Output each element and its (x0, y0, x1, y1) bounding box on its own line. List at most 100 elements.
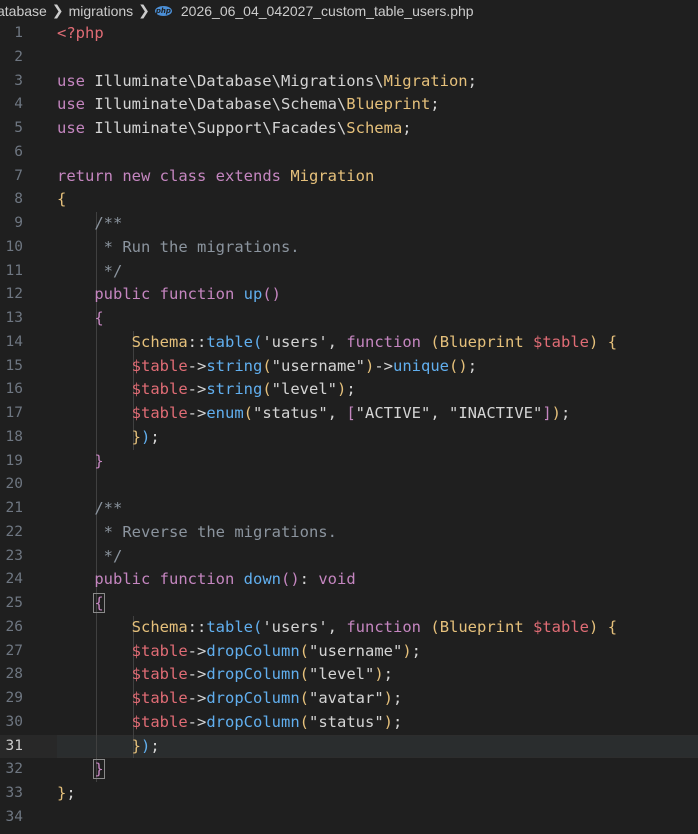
code-token: new (122, 166, 160, 185)
code-text: { (57, 592, 105, 616)
php-file-icon: php (154, 6, 172, 16)
breadcrumb-item-database[interactable]: atabase (0, 3, 47, 19)
code-token: 'users' (262, 617, 328, 636)
code-token: ( (253, 332, 263, 351)
code-token: { (607, 332, 618, 351)
code-token: "avatar" (309, 689, 384, 707)
code-token: public (94, 570, 160, 589)
code-text: } (57, 450, 103, 474)
code-token: ; (150, 736, 160, 755)
code-line[interactable]: 22 * Reverse the migrations. (0, 520, 698, 545)
code-token: public (94, 285, 160, 304)
code-token: : (299, 570, 319, 589)
code-line[interactable]: 34 (0, 806, 698, 830)
code-text: * Run the migrations. (57, 236, 300, 260)
line-number: 3 (14, 72, 23, 89)
code-line[interactable]: 7 return new class extends Migration (0, 165, 698, 189)
code-text: }; (57, 782, 76, 806)
code-line[interactable]: 32 } (0, 758, 698, 782)
code-line[interactable]: 5 use Illuminate\Support\Facades\Schema; (0, 117, 698, 141)
code-text: <?php (57, 22, 104, 46)
code-line[interactable]: 23 */ (0, 544, 698, 569)
code-token: ( (299, 641, 309, 660)
code-line[interactable]: 29 $table->dropColumn("avatar"); (0, 687, 698, 711)
code-token: * Run the migrations. (103, 237, 300, 256)
code-line[interactable]: 16 $table->string("level"); (0, 378, 698, 402)
code-text: }); (57, 735, 160, 759)
code-token: ; (467, 356, 478, 375)
code-line[interactable]: 3 use Illuminate\Database\Migrations\Migr… (0, 70, 698, 94)
code-line[interactable]: 24 public function down(): void (0, 568, 698, 592)
code-line[interactable]: 6 (0, 141, 698, 165)
code-token: ; (411, 641, 422, 660)
code-line[interactable]: 15 $table->string("username")->unique(); (0, 354, 698, 379)
code-text: public function up() (57, 283, 281, 307)
code-token: ) (402, 641, 412, 660)
line-number: 11 (5, 262, 23, 279)
code-token: ) (383, 712, 393, 731)
code-text: } (57, 758, 105, 782)
line-number: 24 (5, 571, 23, 588)
code-line[interactable]: 27 $table->dropColumn("username"); (0, 639, 698, 664)
code-token: $table (131, 404, 188, 422)
code-text: $table->dropColumn("level"); (57, 663, 393, 687)
code-token: ( (262, 380, 272, 399)
code-token: ( (262, 356, 272, 375)
code-line[interactable]: 11 */ (0, 259, 698, 284)
code-line[interactable]: 9 /** (0, 212, 698, 236)
line-number: 30 (5, 713, 23, 730)
code-line[interactable]: 1 <?php (0, 22, 698, 46)
code-token: string (206, 380, 263, 399)
code-token: ; (393, 712, 403, 731)
code-line[interactable]: 13 { (0, 307, 698, 331)
code-token: ) (337, 380, 347, 399)
code-token: ; (150, 427, 160, 446)
code-line[interactable]: 33}; (0, 782, 698, 806)
code-token: , (430, 404, 449, 422)
line-number: 25 (5, 595, 23, 611)
line-number: 12 (5, 286, 23, 303)
breadcrumb-file-name[interactable]: 2026_06_04_042027_custom_table_users.php (181, 3, 474, 19)
code-token: [ (346, 404, 356, 422)
code-line[interactable]: 8{ (0, 188, 698, 212)
breadcrumb-item-migrations[interactable]: migrations (69, 3, 134, 19)
code-line[interactable]: 26 Schema::table('users', function (Blue… (0, 615, 698, 640)
code-token: "username" (271, 356, 365, 375)
code-line[interactable]: 17 $table->enum("status", ["ACTIVE", "IN… (0, 402, 698, 426)
code-token: void (318, 570, 356, 589)
code-line[interactable]: 20 (0, 473, 698, 497)
code-line[interactable]: 30 $table->dropColumn("status"); (0, 710, 698, 735)
line-number: 19 (5, 452, 23, 469)
line-number: 17 (5, 405, 23, 421)
code-token: return (57, 166, 123, 185)
code-line[interactable]: 31 }); (0, 734, 698, 759)
code-area[interactable]: 1 <?php 2 3 use Illuminate\Database\Migratio… (0, 22, 698, 830)
code-token: ) (374, 665, 384, 684)
code-token: } (131, 736, 141, 755)
code-token: Illuminate\Database\Migrations\ (94, 71, 384, 90)
code-token: { (607, 617, 618, 636)
code-token: ; (383, 665, 394, 684)
code-token: "level" (309, 665, 375, 684)
code-line[interactable]: 18 }); (0, 425, 698, 450)
line-number: 13 (5, 310, 23, 326)
line-number: 14 (5, 333, 23, 350)
code-line[interactable]: 21 /** (0, 497, 698, 521)
code-line[interactable]: 4 use Illuminate\Database\Schema\Blueprin… (0, 93, 698, 117)
code-token: ; (467, 71, 477, 90)
code-line[interactable]: 2 (0, 46, 698, 70)
code-token: ) (141, 736, 151, 755)
code-line[interactable]: 10 * Run the migrations. (0, 235, 698, 260)
code-line[interactable]: 28 $table->dropColumn("level"); (0, 663, 698, 687)
code-line[interactable]: 14 Schema::table('users', function (Blue… (0, 330, 698, 355)
code-line[interactable]: 25 { (0, 592, 698, 616)
code-line[interactable]: 12 public function up() (0, 283, 698, 307)
code-token: -> (187, 641, 207, 660)
code-token: dropColumn (206, 641, 300, 660)
code-text: $table->string("level"); (57, 378, 356, 402)
code-editor[interactable]: atabase ❯ migrations ❯ php 2026_06_04_04… (0, 0, 698, 834)
code-line[interactable]: 19 } (0, 449, 698, 474)
